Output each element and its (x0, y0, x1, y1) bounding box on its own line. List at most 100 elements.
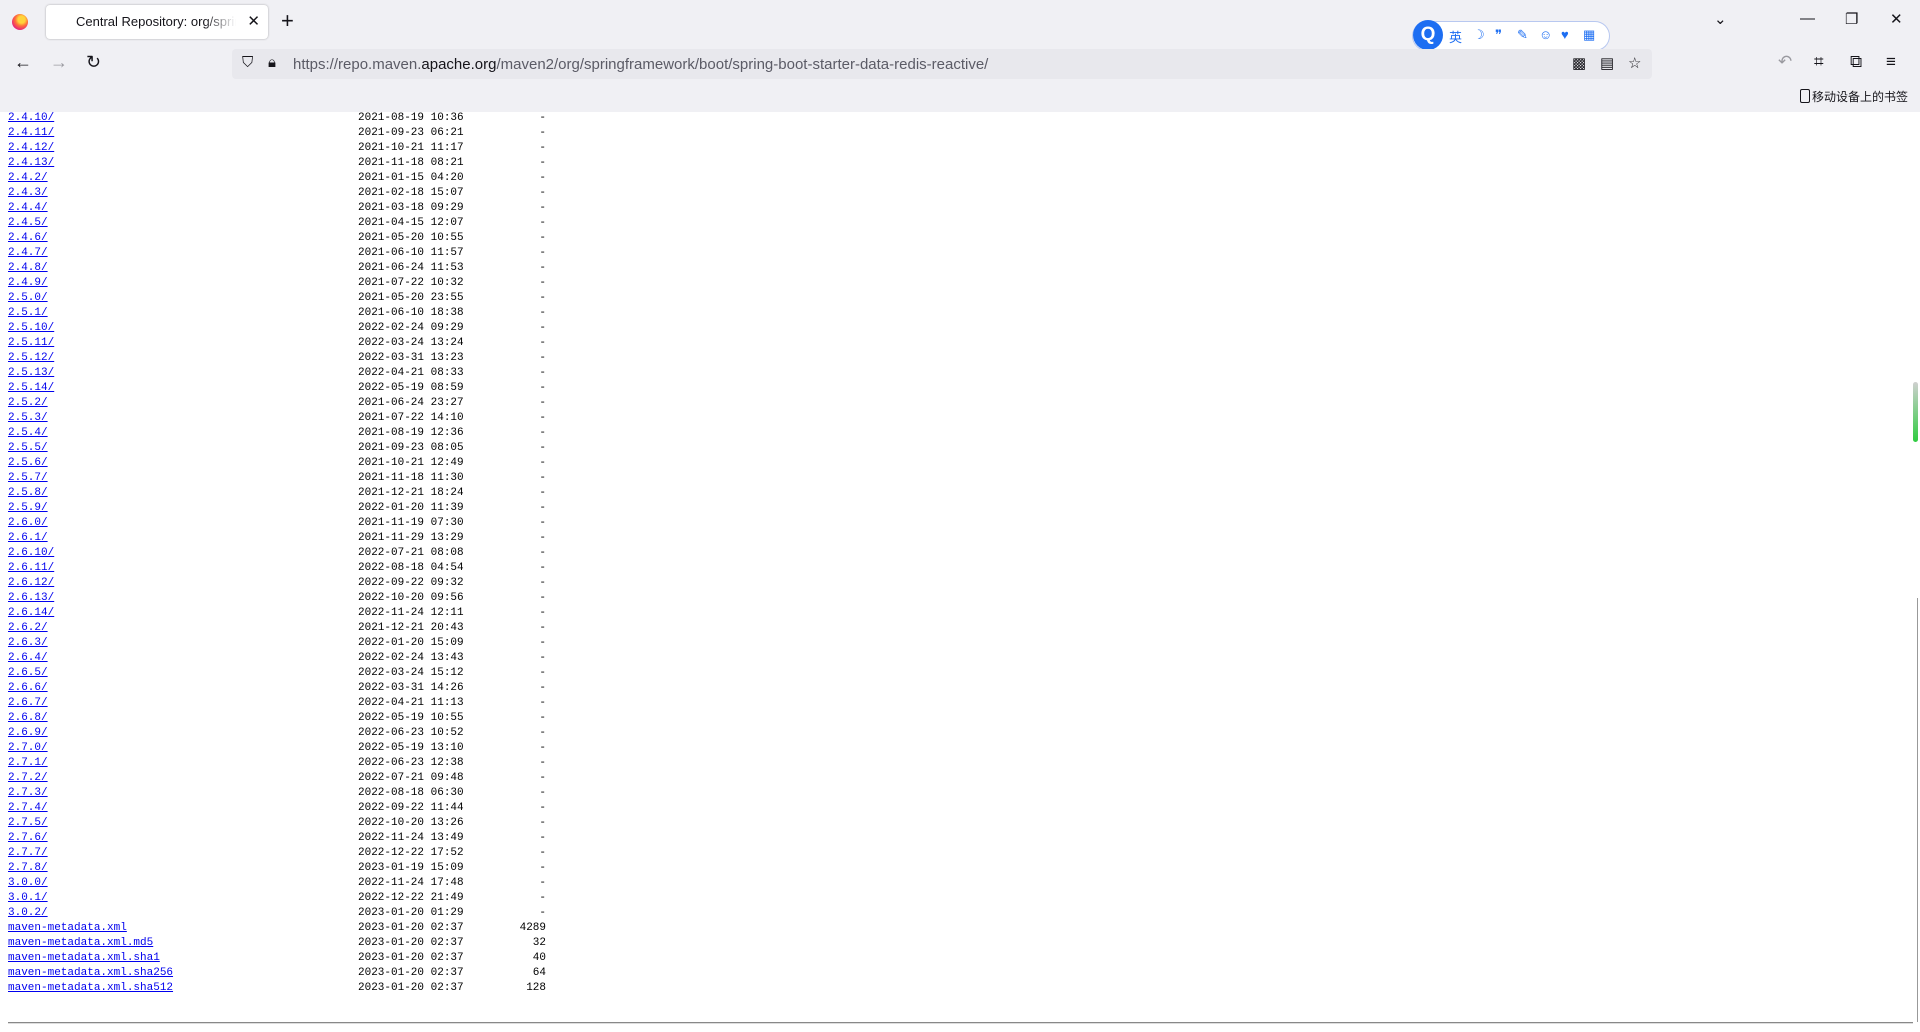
file-link[interactable]: 2.5.13/ (8, 366, 54, 381)
file-link[interactable]: 2.7.1/ (8, 756, 48, 771)
file-link[interactable]: 2.6.12/ (8, 576, 54, 591)
file-link[interactable]: 2.6.2/ (8, 621, 48, 636)
file-link[interactable]: 2.6.13/ (8, 591, 54, 606)
file-link[interactable]: 2.4.11/ (8, 126, 54, 141)
file-link[interactable]: maven-metadata.xml.sha256 (8, 966, 173, 981)
file-link[interactable]: 2.4.6/ (8, 231, 48, 246)
url-bar[interactable]: ⛉ 🔒︎ https://repo.maven.apache.org/maven… (232, 49, 1652, 79)
modified-date: 2022-09-22 11:44 (358, 802, 464, 814)
quote-icon[interactable]: ❞ (1495, 27, 1502, 43)
file-link[interactable]: 2.6.7/ (8, 696, 48, 711)
file-link[interactable]: 2.7.4/ (8, 801, 48, 816)
file-link[interactable]: 2.7.5/ (8, 816, 48, 831)
file-link[interactable]: 2.4.4/ (8, 201, 48, 216)
reload-icon[interactable]: ↻ (86, 52, 101, 73)
list-tabs-icon[interactable]: ⌄ (1714, 10, 1727, 28)
file-link[interactable]: 2.5.6/ (8, 456, 48, 471)
file-link[interactable]: 2.5.10/ (8, 321, 54, 336)
file-link[interactable]: 2.5.12/ (8, 351, 54, 366)
scrollbar-thumb[interactable] (1913, 382, 1918, 442)
file-link[interactable]: 2.7.2/ (8, 771, 48, 786)
file-link[interactable]: 2.7.0/ (8, 741, 48, 756)
forward-icon[interactable]: → (50, 52, 68, 73)
file-link[interactable]: 2.5.11/ (8, 336, 54, 351)
modified-date: 2021-11-18 11:30 (358, 472, 464, 484)
file-link[interactable]: 3.0.2/ (8, 906, 48, 921)
undo-icon[interactable]: ↶ (1778, 52, 1792, 72)
back-icon[interactable]: ← (14, 52, 32, 73)
modified-date: 2022-10-20 09:56 (358, 592, 464, 604)
file-link[interactable]: 2.5.2/ (8, 396, 48, 411)
file-link[interactable]: 3.0.1/ (8, 891, 48, 906)
file-size: - (539, 892, 546, 904)
shield-icon[interactable]: ⛉ (242, 54, 253, 71)
file-link[interactable]: maven-metadata.xml (8, 921, 127, 936)
file-link[interactable]: 2.6.0/ (8, 516, 48, 531)
file-link[interactable]: 2.6.14/ (8, 606, 54, 621)
file-link[interactable]: 2.6.11/ (8, 561, 54, 576)
file-link[interactable]: 2.4.2/ (8, 171, 48, 186)
file-link[interactable]: 2.4.7/ (8, 246, 48, 261)
file-link[interactable]: 2.7.3/ (8, 786, 48, 801)
file-link[interactable]: maven-metadata.xml.md5 (8, 936, 153, 951)
moon-icon[interactable]: ☽ (1473, 27, 1485, 43)
crop-icon[interactable]: ⌗ (1814, 52, 1824, 72)
file-link[interactable]: 2.5.5/ (8, 441, 48, 456)
bookmark-star-icon[interactable]: ☆ (1628, 54, 1641, 72)
file-link[interactable]: 2.7.6/ (8, 831, 48, 846)
file-link[interactable]: 2.4.9/ (8, 276, 48, 291)
tab-active[interactable]: Central Repository: org/springframework/… (46, 5, 268, 39)
file-link[interactable]: maven-metadata.xml.sha512 (8, 981, 173, 996)
file-link[interactable]: 2.4.5/ (8, 216, 48, 231)
file-link[interactable]: 2.6.3/ (8, 636, 48, 651)
file-link[interactable]: 2.6.10/ (8, 546, 54, 561)
file-size: - (539, 232, 546, 244)
file-link[interactable]: 2.6.8/ (8, 711, 48, 726)
qr-code-icon[interactable]: ▩ (1572, 54, 1586, 72)
file-link[interactable]: 2.5.0/ (8, 291, 48, 306)
modified-date: 2022-07-21 08:08 (358, 547, 464, 559)
url-text[interactable]: https://repo.maven.apache.org/maven2/org… (293, 56, 988, 73)
extensions-icon[interactable]: ⧉ (1850, 52, 1862, 72)
shirt-icon[interactable]: ♥ (1561, 27, 1569, 42)
file-link[interactable]: 2.6.4/ (8, 651, 48, 666)
close-window-icon[interactable]: ✕ (1890, 10, 1903, 28)
new-tab-icon[interactable]: + (281, 9, 294, 33)
mobile-bookmarks[interactable]: 移动设备上的书签 (1799, 88, 1908, 105)
file-link[interactable]: 2.4.8/ (8, 261, 48, 276)
file-link[interactable]: 2.4.10/ (8, 112, 54, 126)
file-link[interactable]: 2.6.6/ (8, 681, 48, 696)
modified-date: 2022-08-18 04:54 (358, 562, 464, 574)
file-link[interactable]: 2.5.7/ (8, 471, 48, 486)
grid-icon[interactable]: ▦ (1583, 27, 1595, 43)
lock-icon[interactable]: 🔒︎ (268, 54, 276, 71)
file-link[interactable]: 2.7.8/ (8, 861, 48, 876)
menu-icon[interactable]: ≡ (1886, 52, 1896, 72)
close-tab-icon[interactable]: ✕ (247, 12, 260, 30)
file-link[interactable]: 2.6.1/ (8, 531, 48, 546)
file-link[interactable]: 2.5.1/ (8, 306, 48, 321)
file-link[interactable]: 2.4.12/ (8, 141, 54, 156)
file-link[interactable]: 2.5.3/ (8, 411, 48, 426)
file-link[interactable]: 2.5.8/ (8, 486, 48, 501)
file-link[interactable]: maven-metadata.xml.sha1 (8, 951, 160, 966)
restore-icon[interactable]: ❐ (1845, 10, 1858, 28)
tool-icon[interactable]: ✎ (1517, 27, 1528, 43)
modified-date: 2021-12-21 18:24 (358, 487, 464, 499)
file-link[interactable]: 2.5.9/ (8, 501, 48, 516)
file-link[interactable]: 2.5.14/ (8, 381, 54, 396)
minimize-icon[interactable]: — (1800, 10, 1815, 27)
file-link[interactable]: 2.4.3/ (8, 186, 48, 201)
file-link[interactable]: 2.7.7/ (8, 846, 48, 861)
file-link[interactable]: 2.4.13/ (8, 156, 54, 171)
modified-date: 2022-12-22 21:49 (358, 892, 464, 904)
tab-bar: Central Repository: org/springframework/… (0, 0, 1920, 50)
file-link[interactable]: 3.0.0/ (8, 876, 48, 891)
smile-icon[interactable]: ☺ (1539, 27, 1552, 42)
scrollbar-track[interactable] (1917, 598, 1918, 1022)
reader-view-icon[interactable]: ▤ (1600, 54, 1614, 72)
file-link[interactable]: 2.6.5/ (8, 666, 48, 681)
file-link[interactable]: 2.5.4/ (8, 426, 48, 441)
file-link[interactable]: 2.6.9/ (8, 726, 48, 741)
phone-icon (1799, 89, 1810, 103)
